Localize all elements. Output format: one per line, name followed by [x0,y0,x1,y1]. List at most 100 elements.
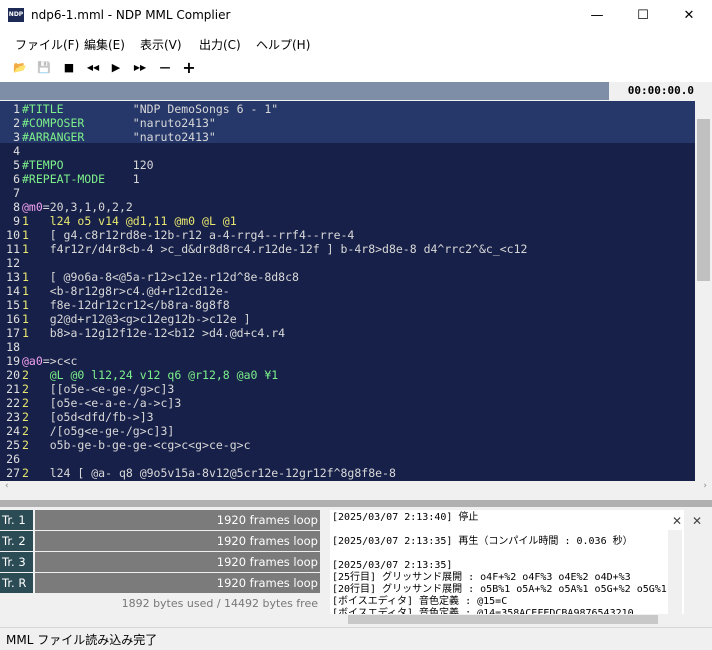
code-text: 2 @L @0 l12,24 v12 q6 @r12,8 @a0 ¥1 [22,368,278,382]
minus-icon[interactable]: — [157,60,173,76]
code-token: "naruto2413" [84,116,216,130]
fast-forward-icon[interactable]: ▶▶ [132,60,148,76]
code-token: 2 [22,382,50,396]
code-token: #COMPOSER [22,116,85,130]
editor-horizontal-scrollbar[interactable]: ‹ › [0,481,712,498]
status-bar: MML ファイル読み込み完了 [0,627,712,650]
code-token: =20,3,1,0,2,2 [42,200,133,214]
code-text: 2 l24 [ @a- q8 @9o5v15a-8v12@5cr12e-12gr… [22,466,396,480]
code-token: #TEMPO [22,158,64,172]
line-number: 9 [13,214,20,228]
rewind-icon[interactable]: ◀◀ [85,60,101,76]
code-token: [ g4.c8r12rd8e-12b-r12 a-4-rrg4--rrf4--r… [49,228,355,242]
playback-progress-fill [0,82,609,100]
line-number: 17 [6,326,20,340]
log-line: [20行目] グリッサンド展開 : o5B%1 o5A+%2 o5A%1 o5G… [332,584,667,595]
code-token: 1 [105,172,140,186]
scroll-left-icon[interactable]: ‹ [5,481,9,491]
code-text: #TEMPO 120 [22,158,154,172]
track-label: Tr. 1 [0,510,33,530]
log-clear-icon[interactable]: ✕ [692,514,702,528]
line-number: 6 [13,172,20,186]
line-number: 4 [13,144,20,158]
editor-vertical-scrollbar[interactable] [695,101,712,481]
menu-help[interactable]: ヘルプ(H) [256,36,310,53]
play-icon[interactable]: ▶ [108,60,124,76]
minimize-button[interactable]: — [574,0,620,31]
code-token: [[o5e-<e-ge-/g>c]3 [49,382,175,396]
playback-time-bar[interactable]: 00:00:00.0 [0,82,712,100]
code-text: @m0=20,3,1,0,2,2 [22,200,133,214]
line-number: 24 [6,424,20,438]
line-number: 21 [6,382,20,396]
code-token: =>c<c [42,354,78,368]
open-folder-icon[interactable]: 📂 [12,60,28,76]
code-token: #ARRANGER [22,130,85,144]
track-label: Tr. 3 [0,552,33,572]
code-token: 2 [22,424,50,438]
code-text: #TITLE "NDP DemoSongs 6 - 1" [22,102,278,116]
close-button[interactable]: ✕ [666,0,712,31]
line-number: 22 [6,396,20,410]
line-number: 1 [13,102,20,116]
menu-output[interactable]: 出力(C) [199,36,241,53]
code-token: 1 [22,214,50,228]
editor-scroll-thumb[interactable] [697,119,710,281]
code-text: 1 l24 o5 v14 @d1,11 @m0 @L @1 [22,214,237,228]
code-token: 1 [22,284,50,298]
code-token: 2 [22,410,50,424]
memory-usage: 1892 bytes used / 14492 bytes free [121,597,318,610]
track-label: Tr. R [0,573,33,593]
log-horizontal-scrollbar[interactable] [330,614,684,625]
plus-icon[interactable]: + [181,60,197,76]
line-number: 3 [13,130,20,144]
save-icon[interactable]: 💾 [36,60,52,76]
code-token: f4r12r/d4r8<b-4 >c_d&dr8d8rc4.r12de-12f … [49,242,528,256]
log-line: [2025/03/07 2:13:40] 停止 [332,512,479,523]
menu-edit[interactable]: 編集(E) [84,36,125,53]
line-number: 20 [6,368,20,382]
time-readout: 00:00:00.0 [627,84,694,97]
log-line: [ボイスエディタ] 音色定義 : @15=C [332,596,508,607]
code-token: #REPEAT-MODE [22,172,106,186]
code-text: 1 g2@d+r12@3<g>c12eg12b->c12e ] [22,312,251,326]
line-number: 7 [13,186,20,200]
pane-splitter[interactable] [0,500,712,507]
code-token: b8>a-12g12f12e-12<b12 >d4.@d+c4.r4 [49,326,286,340]
line-number: 23 [6,410,20,424]
mml-editor[interactable]: 1 #TITLE "NDP DemoSongs 6 - 1" 2 #COMPOSER … [0,101,695,481]
log-vertical-scrollbar[interactable] [668,530,682,614]
code-token: [o5d<dfd/fb->]3 [49,410,154,424]
code-token: 1 [22,242,50,256]
track-status: 1920 frames loop [35,573,320,593]
code-text: #ARRANGER "naruto2413" [22,130,216,144]
compile-log[interactable]: [2025/03/07 2:13:40] 停止 [2025/03/07 2:13:… [330,510,684,614]
log-line: [2025/03/07 2:13:35] [332,560,453,571]
track-status: 1920 frames loop [35,531,320,551]
line-number: 14 [6,284,20,298]
log-scroll-thumb[interactable] [348,615,658,624]
line-number: 18 [6,340,20,354]
window-title: ndp6-1.mml - NDP MML Complier [31,8,231,22]
menu-view[interactable]: 表示(V) [140,36,182,53]
stop-icon[interactable]: ■ [61,60,77,76]
line-number: 11 [6,242,20,256]
scroll-right-icon[interactable]: › [703,481,707,491]
code-token: "naruto2413" [84,130,216,144]
code-token: 2 [22,396,50,410]
code-text: 2 [o5e-<e-a-e-/a->c]3 [22,396,181,410]
line-number: 5 [13,158,20,172]
code-token: "NDP DemoSongs 6 - 1" [63,102,279,116]
maximize-button[interactable]: ☐ [620,0,666,31]
code-text: 1 f8e-12dr12cr12</b8ra-8g8f8 [22,298,230,312]
code-token: [o5e-<e-a-e-/a->c]3 [49,396,182,410]
code-token: 1 [22,326,50,340]
line-number: 13 [6,270,20,284]
code-token: l24 [ @a- q8 @9o5v15a-8v12@5cr12e-12gr12… [49,466,396,480]
code-token: 1 [22,298,50,312]
menu-file[interactable]: ファイル(F) [15,36,79,53]
code-token: #TITLE [22,102,64,116]
track-label: Tr. 2 [0,531,33,551]
log-close-icon[interactable]: ✕ [672,514,682,528]
track-row: Tr. 1 1920 frames loop [0,510,320,530]
